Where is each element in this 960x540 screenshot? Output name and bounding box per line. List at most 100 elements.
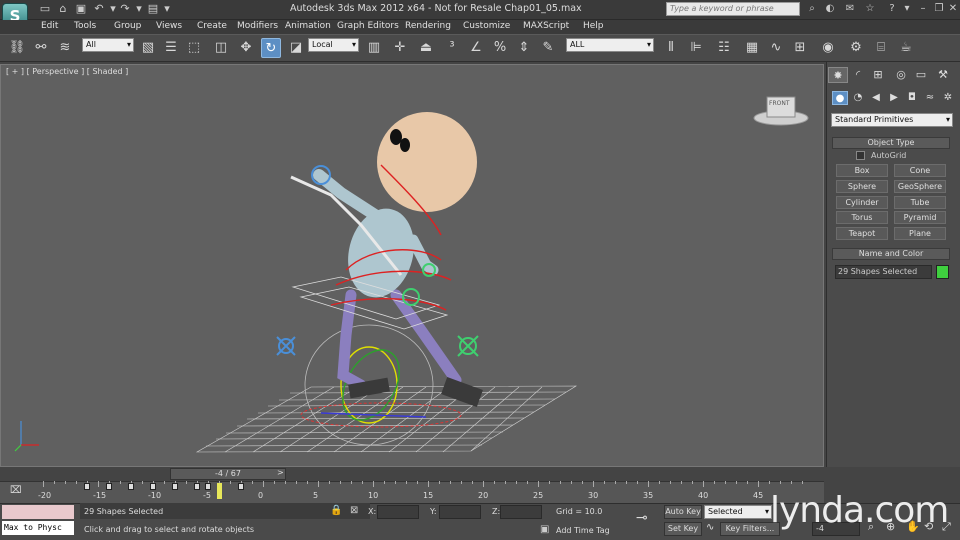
utilities-tab-icon[interactable]: ⚒ [933, 67, 953, 83]
edit-named-selection-icon[interactable]: ✎ [538, 38, 558, 58]
menu-group[interactable]: Group [114, 20, 141, 34]
render-setup-icon[interactable]: ⚙ [846, 38, 866, 58]
pyramid-button[interactable]: Pyramid [894, 211, 946, 224]
angle-snap-icon[interactable]: ∠ [466, 38, 486, 58]
material-editor-icon[interactable]: ◉ [818, 38, 838, 58]
box-button[interactable]: Box [836, 164, 888, 177]
undo-icon[interactable]: ↶ [92, 2, 106, 16]
bind-space-warp-icon[interactable]: ≋ [55, 38, 75, 58]
display-tab-icon[interactable]: ▭ [911, 67, 931, 83]
geosphere-button[interactable]: GeoSphere [894, 180, 946, 193]
communication-center-icon[interactable]: ✉ [843, 2, 857, 16]
menu-create[interactable]: Create [197, 20, 227, 34]
motion-tab-icon[interactable]: ◎ [891, 67, 911, 83]
sphere-button[interactable]: Sphere [836, 180, 888, 193]
plane-button[interactable]: Plane [894, 227, 946, 240]
keyframe[interactable] [106, 483, 112, 490]
object-type-rollout-header[interactable]: Object Type [832, 137, 950, 149]
search-input[interactable]: Type a keyword or phrase [666, 2, 800, 16]
minimize-icon[interactable]: – [916, 2, 930, 16]
time-slider[interactable]: -4 / 67 [170, 468, 286, 480]
mirror-icon[interactable]: ⫴ [661, 38, 681, 58]
keyframe[interactable] [205, 483, 211, 490]
keyframe[interactable] [194, 483, 200, 490]
spinner-snap-icon[interactable]: ⇕ [514, 38, 534, 58]
select-and-link-icon[interactable]: ⛓ [7, 38, 27, 58]
selection-filter-dropdown[interactable]: All [82, 38, 134, 52]
systems-icon[interactable]: ✲ [940, 91, 956, 105]
shapes-icon[interactable]: ◔ [850, 91, 866, 105]
tube-button[interactable]: Tube [894, 196, 946, 209]
maxscript-mini-listener[interactable] [2, 505, 74, 519]
perspective-viewport[interactable] [0, 64, 824, 467]
lights-icon[interactable]: ◀ [868, 91, 884, 105]
menu-rendering[interactable]: Rendering [405, 20, 451, 34]
graphite-ribbon-icon[interactable]: ▦ [742, 38, 762, 58]
menu-help[interactable]: Help [583, 20, 604, 34]
select-and-move-icon[interactable]: ✥ [236, 38, 256, 58]
cameras-icon[interactable]: ▶ [886, 91, 902, 105]
close-icon[interactable]: ✕ [946, 2, 960, 16]
viewport-shading-mode[interactable]: [ Shaded ] [87, 67, 128, 76]
select-object-icon[interactable]: ▧ [138, 38, 158, 58]
space-warps-icon[interactable]: ≈ [922, 91, 938, 105]
new-file-icon[interactable]: ▭ [38, 2, 52, 16]
keyframe[interactable] [150, 483, 156, 490]
z-coordinate-field[interactable] [500, 505, 542, 519]
save-file-icon[interactable]: ▣ [74, 2, 88, 16]
keyframe[interactable] [172, 483, 178, 490]
menu-maxscript[interactable]: MAXScript [523, 20, 569, 34]
create-tab-icon[interactable]: ✸ [828, 67, 848, 83]
time-slider-next[interactable]: > [277, 468, 287, 480]
render-production-icon[interactable]: ☕ [896, 38, 916, 58]
viewport-point-of-view[interactable]: [ Perspective ] [27, 67, 85, 76]
help-dropdown-icon[interactable]: ▾ [900, 2, 914, 16]
rendered-frame-window-icon[interactable]: ⌸ [871, 38, 891, 58]
default-in-out-tangents-icon[interactable]: ⊸ [636, 510, 648, 526]
teapot-button[interactable]: Teapot [836, 227, 888, 240]
curve-editor-icon[interactable]: ∿ [766, 38, 786, 58]
x-coordinate-field[interactable] [377, 505, 419, 519]
object-name-field[interactable]: 29 Shapes Selected [835, 265, 932, 279]
keyboard-shortcut-override-icon[interactable]: ⏏ [416, 38, 436, 58]
cone-button[interactable]: Cone [894, 164, 946, 177]
keyframe[interactable] [84, 483, 90, 490]
set-key-button[interactable]: Set Key [664, 522, 702, 536]
keyframe[interactable] [238, 483, 244, 490]
redo-icon[interactable]: ↷ [118, 2, 132, 16]
reference-coordinate-dropdown[interactable]: Local [308, 38, 359, 52]
y-coordinate-field[interactable] [439, 505, 481, 519]
torus-button[interactable]: Torus [836, 211, 888, 224]
quick-access-dropdown-icon[interactable]: ▾ [160, 2, 174, 16]
maxscript-input[interactable]: Max to Physc [2, 521, 74, 535]
keyframe[interactable] [128, 483, 134, 490]
add-time-tag[interactable]: Add Time Tag [556, 526, 610, 535]
mini-curve-editor-icon[interactable]: ⌧ [10, 485, 22, 496]
menu-tools[interactable]: Tools [74, 20, 96, 34]
object-color-swatch[interactable] [936, 265, 949, 279]
cylinder-button[interactable]: Cylinder [836, 196, 888, 209]
named-selection-sets-dropdown[interactable]: ALL [566, 38, 654, 52]
favorites-star-icon[interactable]: ☆ [863, 2, 877, 16]
menu-edit[interactable]: Edit [41, 20, 58, 34]
layer-manager-icon[interactable]: ☷ [714, 38, 734, 58]
redo-dropdown-icon[interactable]: ▾ [132, 2, 146, 16]
menu-views[interactable]: Views [156, 20, 182, 34]
menu-animation[interactable]: Animation [285, 20, 331, 34]
search-icon[interactable]: ⌕ [805, 2, 819, 16]
select-and-rotate-icon[interactable]: ↻ [261, 38, 281, 58]
project-folder-icon[interactable]: ▤ [146, 2, 160, 16]
autogrid-checkbox[interactable] [856, 151, 865, 160]
select-and-manipulate-icon[interactable]: ✛ [390, 38, 410, 58]
percent-snap-icon[interactable]: % [490, 38, 510, 58]
menu-modifiers[interactable]: Modifiers [237, 20, 278, 34]
window-crossing-icon[interactable]: ◫ [211, 38, 231, 58]
viewcube-face-label[interactable]: FRONT [769, 100, 790, 107]
object-category-dropdown[interactable]: Standard Primitives [831, 113, 953, 127]
absolute-mode-icon[interactable]: ⊠ [350, 505, 358, 516]
name-and-color-rollout-header[interactable]: Name and Color [832, 248, 950, 260]
help-icon[interactable]: ? [885, 2, 899, 16]
snaps-toggle-icon[interactable]: ³ [442, 38, 462, 58]
selection-lock-icon[interactable]: 🔒 [330, 505, 342, 516]
viewport-menu-plus[interactable]: [ + ] [6, 67, 24, 76]
